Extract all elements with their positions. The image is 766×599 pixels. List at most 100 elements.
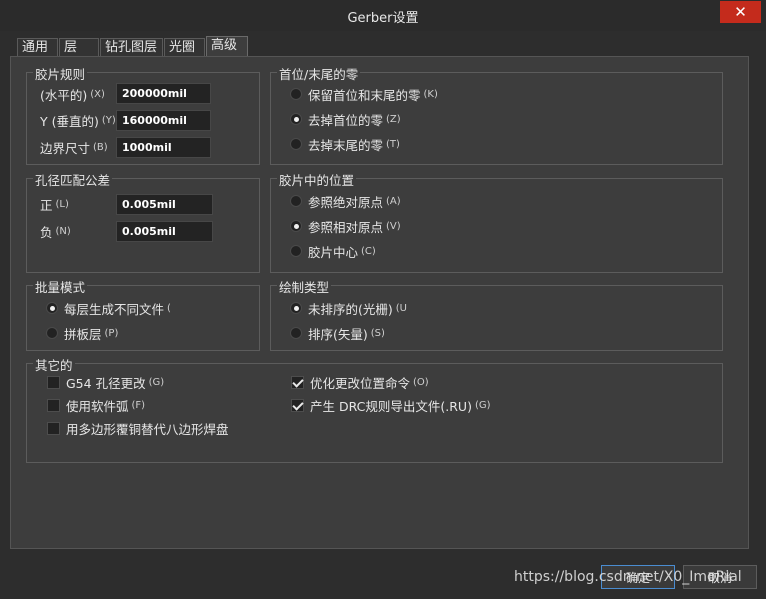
option-label: 未排序的(光栅) <box>308 301 393 317</box>
y-size-label: Y (垂直的) <box>40 113 99 129</box>
option-hotkey: (C) <box>361 245 376 257</box>
tab-label: 光圈 <box>169 40 196 55</box>
tab-layers[interactable]: 层 <box>59 38 99 57</box>
checkbox-box[interactable] <box>47 375 60 389</box>
minus-tolerance-hotkey: (N) <box>55 225 71 237</box>
radio-suppress-leading[interactable]: 去掉首位的零 (Z) <box>290 109 401 129</box>
option-hotkey: (K) <box>423 88 438 100</box>
border-size-hotkey: (B) <box>93 141 108 153</box>
cancel-button[interactable]: 取消 <box>683 565 757 589</box>
minus-tolerance-label-row: 负 (N) <box>40 221 71 241</box>
border-size-input[interactable]: 1000mil <box>116 137 211 158</box>
tab-label: 高级 <box>211 38 238 53</box>
ok-button[interactable]: 确定 <box>601 565 675 589</box>
radio-circle[interactable] <box>290 245 302 257</box>
radio-panelize-layers[interactable]: 拼板层 (P) <box>46 323 118 343</box>
radio-separate-files[interactable]: 每层生成不同文件 ( <box>46 298 171 318</box>
checkbox-generate-drc-rules[interactable]: 产生 DRC规则导出文件(.RU) (G) <box>291 395 491 415</box>
radio-circle[interactable] <box>46 302 58 314</box>
tab-general[interactable]: 通用 <box>17 38 58 57</box>
y-size-hotkey: (Y) <box>101 114 116 126</box>
option-label: 去掉首位的零 <box>308 112 384 128</box>
border-size-label: 边界尺寸 <box>40 140 91 156</box>
radio-suppress-trailing[interactable]: 去掉末尾的零 (T) <box>290 134 400 154</box>
radio-circle[interactable] <box>290 327 302 339</box>
option-label: G54 孔径更改 <box>66 375 146 391</box>
y-size-input[interactable]: 160000mil <box>116 110 211 131</box>
checkbox-box[interactable] <box>291 398 304 412</box>
window-title: Gerber设置 <box>347 11 419 26</box>
option-label: 保留首位和末尾的零 <box>308 87 421 103</box>
radio-relative-origin[interactable]: 参照相对原点 (V) <box>290 216 401 236</box>
option-label: 排序(矢量) <box>308 326 368 342</box>
group-title: 绘制类型 <box>277 277 332 296</box>
tab-label: 钻孔图层 <box>105 40 158 55</box>
checkbox-polygon-octagon-pads[interactable]: 用多边形覆铜替代八边形焊盘 <box>47 418 229 438</box>
option-hotkey: (F) <box>131 399 146 411</box>
tab-drill-drawing[interactable]: 钻孔图层 <box>100 38 163 57</box>
x-size-label-row: (水平的) (X) <box>40 84 105 104</box>
close-button[interactable]: ✕ <box>720 1 761 23</box>
option-label: 产生 DRC规则导出文件(.RU) <box>310 398 472 414</box>
radio-film-center[interactable]: 胶片中心 (C) <box>290 241 376 261</box>
option-hotkey: (S) <box>370 327 385 339</box>
option-label: 去掉末尾的零 <box>308 137 384 153</box>
checkbox-box[interactable] <box>47 398 60 412</box>
title-bar: Gerber设置 ✕ <box>0 0 766 31</box>
option-label: 参照绝对原点 <box>308 194 384 210</box>
option-label: 用多边形覆铜替代八边形焊盘 <box>66 421 229 437</box>
other-group: 其它的 G54 孔径更改 (G) 使用软件弧 (F) 用多边形覆铜替代八边形焊盘… <box>26 355 723 463</box>
tab-label: 层 <box>64 40 78 55</box>
film-position-group: 胶片中的位置 参照绝对原点 (A) 参照相对原点 (V) 胶片中心 (C) <box>270 170 723 273</box>
zeros-group: 首位/末尾的零 保留首位和末尾的零 (K) 去掉首位的零 (Z) 去掉末尾的零 … <box>270 64 723 165</box>
option-hotkey: ( <box>167 302 171 314</box>
radio-circle[interactable] <box>290 138 302 150</box>
option-hotkey: (A) <box>386 195 401 207</box>
tab-apertures[interactable]: 光圈 <box>164 38 205 57</box>
plus-tolerance-hotkey: (L) <box>55 198 69 210</box>
cancel-button-label: 取消 <box>707 570 732 585</box>
radio-circle[interactable] <box>290 302 302 314</box>
plus-tolerance-input[interactable]: 0.005mil <box>116 194 213 215</box>
radio-circle[interactable] <box>290 113 302 125</box>
radio-circle[interactable] <box>290 88 302 100</box>
option-label: 胶片中心 <box>308 244 359 260</box>
option-hotkey: (Z) <box>386 113 401 125</box>
group-title: 胶片中的位置 <box>277 170 357 189</box>
plus-tolerance-label: 正 <box>40 197 53 213</box>
option-hotkey: (O) <box>413 376 429 388</box>
x-size-input[interactable]: 200000mil <box>116 83 211 104</box>
checkbox-box[interactable] <box>291 375 304 389</box>
checkbox-g54-aperture-change[interactable]: G54 孔径更改 (G) <box>47 372 164 392</box>
film-rules-group: 胶片规则 (水平的) (X) 200000mil Y (垂直的) (Y) 160… <box>26 64 260 165</box>
y-size-label-row: Y (垂直的) (Y) <box>40 110 116 130</box>
minus-tolerance-label: 负 <box>40 224 53 240</box>
close-icon: ✕ <box>734 3 747 21</box>
option-label: 使用软件弧 <box>66 398 129 414</box>
group-title: 孔径匹配公差 <box>33 170 113 189</box>
radio-circle[interactable] <box>290 195 302 207</box>
option-hotkey: (P) <box>104 327 119 339</box>
radio-circle[interactable] <box>46 327 58 339</box>
radio-keep-zeros[interactable]: 保留首位和末尾的零 (K) <box>290 84 438 104</box>
group-title: 胶片规则 <box>33 64 88 83</box>
option-hotkey: (G) <box>148 376 165 388</box>
radio-circle[interactable] <box>290 220 302 232</box>
checkbox-box[interactable] <box>47 421 60 435</box>
radio-sorted-vector[interactable]: 排序(矢量) (S) <box>290 323 385 343</box>
group-title: 批量模式 <box>33 277 88 296</box>
radio-absolute-origin[interactable]: 参照绝对原点 (A) <box>290 191 401 211</box>
radio-unsorted-raster[interactable]: 未排序的(光栅) (U <box>290 298 407 318</box>
x-size-hotkey: (X) <box>90 88 105 100</box>
minus-tolerance-input[interactable]: 0.005mil <box>116 221 213 242</box>
tab-advanced[interactable]: 高级 <box>206 36 248 57</box>
checkbox-optimize-change-location[interactable]: 优化更改位置命令 (O) <box>291 372 429 392</box>
option-hotkey: (V) <box>386 220 401 232</box>
plot-type-group: 绘制类型 未排序的(光栅) (U 排序(矢量) (S) <box>270 277 723 351</box>
option-hotkey: (T) <box>386 138 400 150</box>
tolerance-group: 孔径匹配公差 正 (L) 0.005mil 负 (N) 0.005mil <box>26 170 260 273</box>
option-label: 参照相对原点 <box>308 219 384 235</box>
advanced-panel: 胶片规则 (水平的) (X) 200000mil Y (垂直的) (Y) 160… <box>10 56 749 549</box>
checkbox-software-arcs[interactable]: 使用软件弧 (F) <box>47 395 145 415</box>
ok-button-label: 确定 <box>625 570 650 585</box>
